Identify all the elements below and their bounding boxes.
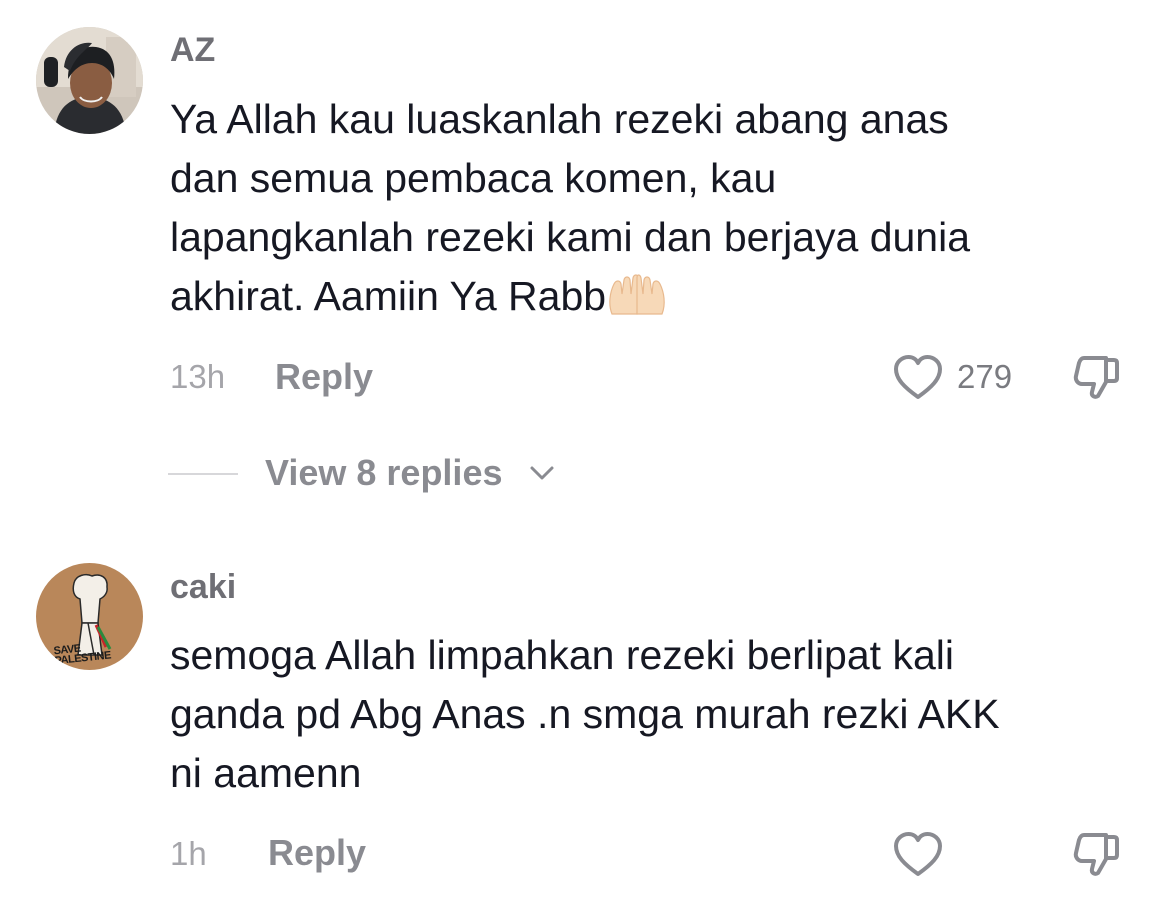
comment-item: SAVE PALESTINE caki semoga Allah limpahk… [0,0,1169,915]
avatar[interactable]: SAVE PALESTINE [36,563,143,670]
comment-username[interactable]: caki [170,568,236,607]
comment-text-line: ganda pd Abg Anas .n smga murah rezki AK… [170,691,1000,737]
thumbs-down-icon[interactable] [1070,829,1122,877]
comment-timestamp: 1h [170,835,207,872]
heart-icon[interactable] [892,830,944,878]
comment-text-line: ni aamenn [170,750,362,796]
comment-text-line: semoga Allah limpahkan rezeki berlipat k… [170,632,954,678]
comment-text: semoga Allah limpahkan rezeki berlipat k… [170,626,1130,803]
reply-button[interactable]: Reply [268,832,366,874]
